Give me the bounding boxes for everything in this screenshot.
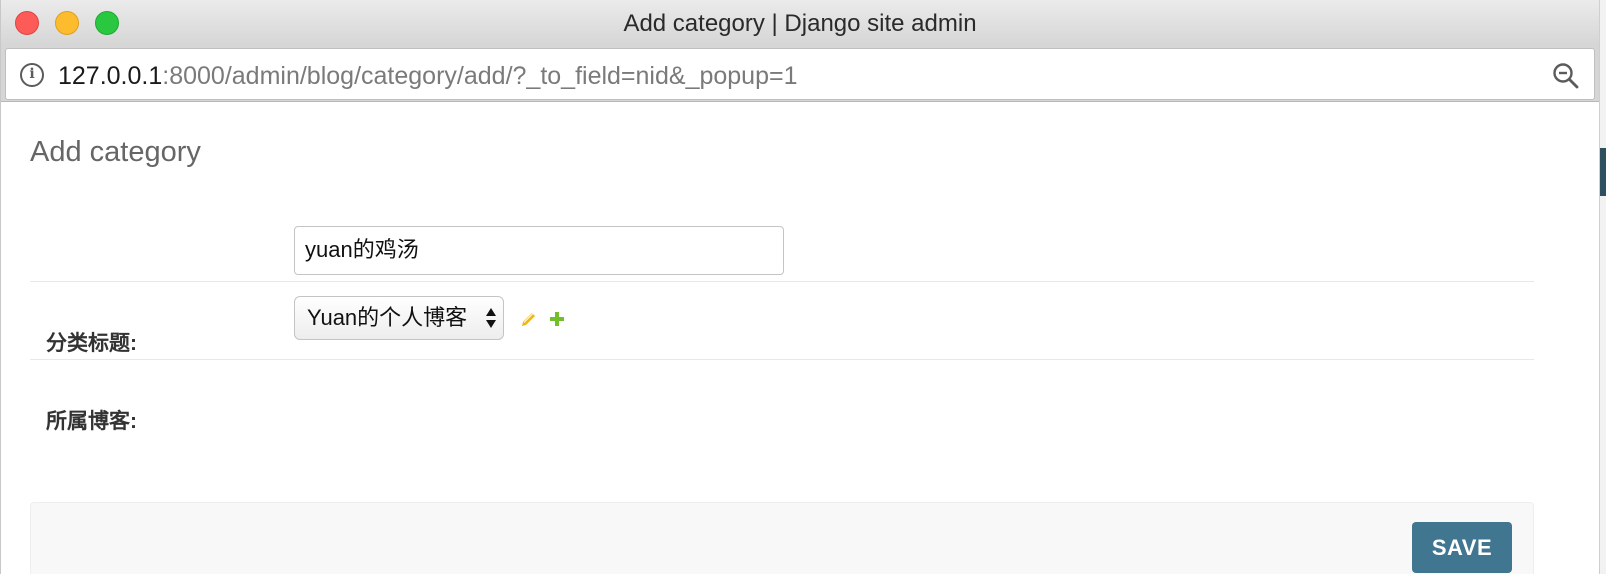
info-icon[interactable]: i: [20, 63, 44, 87]
address-bar[interactable]: i 127.0.0.1:8000/admin/blog/category/add…: [5, 48, 1595, 100]
window-title: Add category | Django site admin: [623, 10, 977, 37]
background-window-block: [1600, 148, 1606, 196]
submit-row: SAVE: [30, 502, 1534, 574]
blog-label: 所属博客:: [46, 410, 137, 433]
zoom-out-icon[interactable]: [1552, 62, 1580, 90]
title-bar: Add category | Django site admin: [1, 0, 1599, 45]
save-button[interactable]: SAVE: [1412, 522, 1512, 573]
select-arrows-icon: [486, 308, 496, 328]
url-text[interactable]: 127.0.0.1:8000/admin/blog/category/add/?…: [58, 49, 798, 101]
blog-select-value: Yuan的个人博客: [307, 305, 468, 330]
category-title-input[interactable]: yuan的鸡汤: [294, 226, 784, 275]
url-path: :8000/admin/blog/category/add/?_to_field…: [162, 62, 798, 90]
url-host: 127.0.0.1: [58, 62, 163, 90]
form-row-blog: Yuan的个人博客: [30, 282, 1534, 360]
toolbar: i 127.0.0.1:8000/admin/blog/category/add…: [1, 45, 1599, 102]
plus-icon[interactable]: [548, 310, 566, 328]
blog-select[interactable]: Yuan的个人博客: [294, 296, 504, 340]
pencil-icon[interactable]: [520, 310, 538, 328]
page-title: Add category: [30, 136, 201, 168]
form-row-title: yuan的鸡汤: [30, 212, 1534, 282]
background-window-edge: [1600, 0, 1606, 574]
browser-window: Add category | Django site admin i 127.0…: [0, 0, 1600, 574]
